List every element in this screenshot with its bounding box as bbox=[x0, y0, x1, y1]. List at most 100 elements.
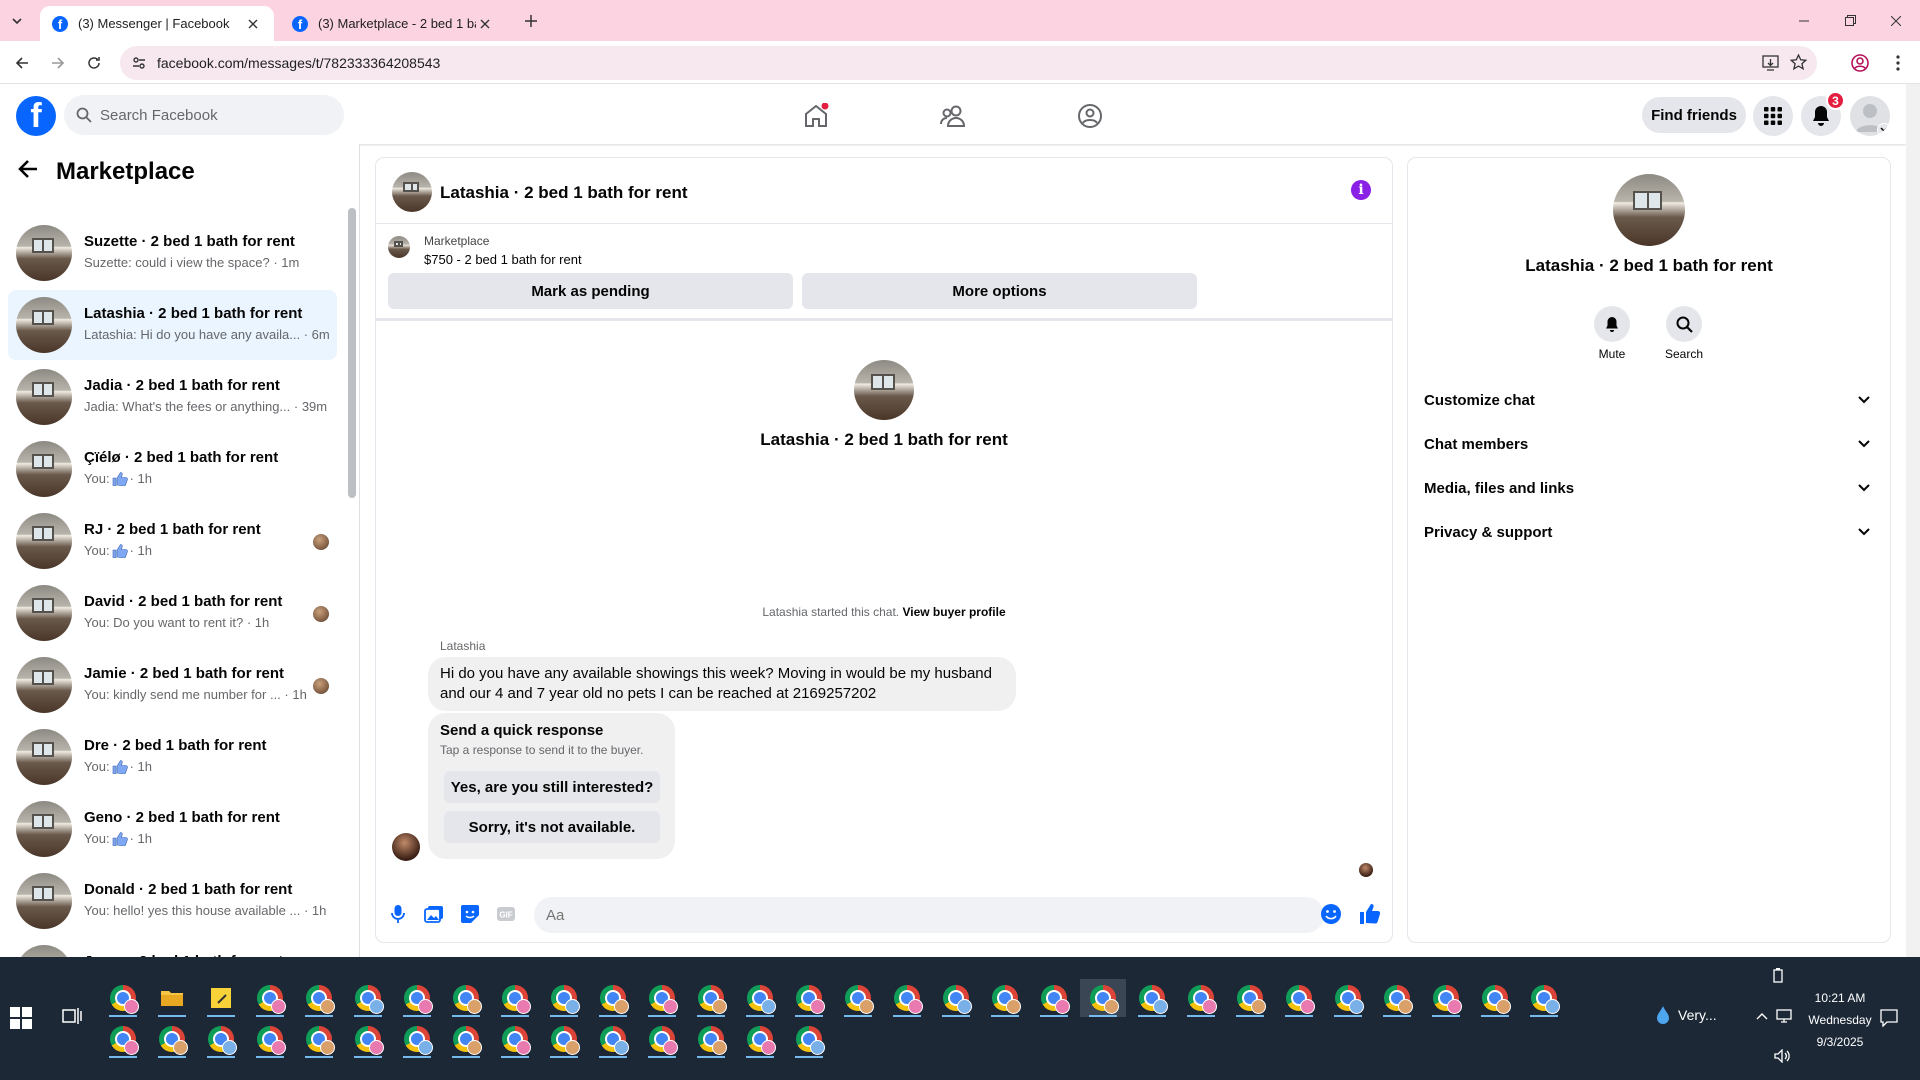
chrome-taskbar-button[interactable] bbox=[1080, 979, 1126, 1017]
mark-as-pending-button[interactable]: Mark as pending bbox=[388, 273, 793, 309]
message-bubble[interactable]: Hi do you have any available showings th… bbox=[428, 657, 1016, 711]
sticker-button[interactable] bbox=[458, 902, 482, 926]
friends-nav-button[interactable] bbox=[935, 98, 971, 134]
chrome-taskbar-button[interactable] bbox=[688, 1020, 734, 1058]
conversation-item[interactable]: Jesse · 2 bed 1 bath for rentYou: hello!… bbox=[8, 938, 337, 957]
start-button[interactable] bbox=[10, 1007, 36, 1033]
chrome-taskbar-button[interactable] bbox=[982, 979, 1028, 1017]
browser-menu-button[interactable] bbox=[1883, 48, 1913, 78]
reload-button[interactable] bbox=[79, 48, 109, 78]
emoji-button[interactable] bbox=[1319, 902, 1343, 926]
profile-button[interactable] bbox=[1845, 48, 1875, 78]
info-icon[interactable]: i bbox=[1351, 180, 1371, 200]
find-friends-button[interactable]: Find friends bbox=[1642, 97, 1746, 133]
conversation-item[interactable]: Suzette · 2 bed 1 bath for rent Suzette: … bbox=[8, 218, 337, 288]
chrome-taskbar-button[interactable] bbox=[198, 1020, 244, 1058]
chrome-taskbar-button[interactable] bbox=[639, 979, 685, 1017]
facebook-logo-icon[interactable]: f bbox=[16, 96, 56, 136]
details-avatar[interactable] bbox=[1613, 174, 1685, 246]
conversation-item[interactable]: Geno · 2 bed 1 bath for rent You: · 1h bbox=[8, 794, 337, 864]
chat-avatar[interactable] bbox=[392, 172, 432, 212]
chrome-taskbar-button[interactable] bbox=[1325, 979, 1371, 1017]
more-options-button[interactable]: More options bbox=[802, 273, 1197, 309]
conversation-item[interactable]: Jadia · 2 bed 1 bath for rent Jadia: What… bbox=[8, 362, 337, 432]
tab-search-button[interactable] bbox=[0, 0, 34, 41]
chrome-taskbar-button[interactable] bbox=[835, 979, 881, 1017]
browser-tab-messenger[interactable]: f (3) Messenger | Facebook bbox=[40, 6, 274, 41]
gif-button[interactable]: GIF bbox=[494, 902, 518, 926]
quick-response-still-interested[interactable]: Yes, are you still interested? bbox=[444, 771, 660, 803]
message-input[interactable] bbox=[534, 897, 1324, 933]
attach-photo-button[interactable] bbox=[422, 902, 446, 926]
chrome-taskbar-button[interactable] bbox=[443, 1020, 489, 1058]
conversation-item[interactable]: Jamie · 2 bed 1 bath for rent You: kindly… bbox=[8, 650, 337, 720]
chrome-taskbar-button[interactable] bbox=[247, 979, 293, 1017]
chrome-taskbar-button[interactable] bbox=[1423, 979, 1469, 1017]
new-tab-button[interactable] bbox=[516, 0, 546, 41]
chrome-taskbar-button[interactable] bbox=[296, 1020, 342, 1058]
conversation-item[interactable]: Dre · 2 bed 1 bath for rent You: · 1h bbox=[8, 722, 337, 792]
chrome-taskbar-button[interactable] bbox=[737, 1020, 783, 1058]
file-explorer-taskbar-button[interactable] bbox=[149, 979, 195, 1017]
chrome-taskbar-button[interactable] bbox=[100, 979, 146, 1017]
forward-button[interactable] bbox=[43, 48, 73, 78]
chrome-taskbar-button[interactable] bbox=[394, 979, 440, 1017]
search-facebook-input[interactable]: Search Facebook bbox=[64, 95, 344, 135]
chat-title[interactable]: Latashia · 2 bed 1 bath for rent bbox=[440, 183, 688, 203]
view-buyer-profile-link[interactable]: View buyer profile bbox=[902, 605, 1005, 619]
customize-chat-row[interactable]: Customize chat bbox=[1424, 382, 1874, 418]
chrome-taskbar-button[interactable] bbox=[933, 979, 979, 1017]
back-button[interactable] bbox=[18, 160, 38, 178]
chrome-taskbar-button[interactable] bbox=[394, 1020, 440, 1058]
chrome-taskbar-button[interactable] bbox=[688, 979, 734, 1017]
chrome-taskbar-button[interactable] bbox=[492, 979, 538, 1017]
chrome-taskbar-button[interactable] bbox=[1178, 979, 1224, 1017]
address-bar[interactable]: facebook.com/messages/t/782333364208543 bbox=[120, 46, 1817, 80]
chrome-taskbar-button[interactable] bbox=[884, 979, 930, 1017]
chrome-taskbar-button[interactable] bbox=[590, 979, 636, 1017]
page-scrollbar[interactable] bbox=[1906, 84, 1920, 957]
chrome-taskbar-button[interactable] bbox=[443, 979, 489, 1017]
voice-clip-button[interactable] bbox=[386, 902, 410, 926]
chrome-taskbar-button[interactable] bbox=[541, 979, 587, 1017]
chrome-taskbar-button[interactable] bbox=[639, 1020, 685, 1058]
chrome-taskbar-button[interactable] bbox=[1276, 979, 1322, 1017]
chrome-taskbar-button[interactable] bbox=[541, 1020, 587, 1058]
groups-nav-button[interactable] bbox=[1072, 98, 1108, 134]
quick-response-not-available[interactable]: Sorry, it's not available. bbox=[444, 811, 660, 843]
chrome-taskbar-button[interactable] bbox=[1472, 979, 1518, 1017]
chrome-taskbar-button[interactable] bbox=[786, 1020, 832, 1058]
notifications-button[interactable]: 3 bbox=[1801, 91, 1845, 136]
chrome-taskbar-button[interactable] bbox=[296, 979, 342, 1017]
send-like-button[interactable] bbox=[1358, 902, 1382, 926]
back-button[interactable] bbox=[7, 48, 37, 78]
browser-tab-marketplace[interactable]: f (3) Marketplace - 2 bed 1 bath bbox=[280, 6, 506, 41]
taskbar-clock[interactable]: 10:21 AM Wednesday 9/3/2025 bbox=[1790, 987, 1890, 1053]
chrome-taskbar-button[interactable] bbox=[149, 1020, 195, 1058]
conversation-item[interactable]: RJ · 2 bed 1 bath for rent You: · 1h bbox=[8, 506, 337, 576]
buyer-avatar[interactable] bbox=[392, 833, 420, 861]
conversation-item[interactable]: Çïélø · 2 bed 1 bath for rent You: · 1h bbox=[8, 434, 337, 504]
search-action[interactable]: Search bbox=[1654, 306, 1714, 361]
chrome-taskbar-button[interactable] bbox=[100, 1020, 146, 1058]
home-nav-button[interactable] bbox=[798, 98, 834, 134]
listing-thumbnail[interactable] bbox=[388, 236, 410, 258]
menu-grid-button[interactable] bbox=[1753, 96, 1793, 136]
chat-profile-avatar[interactable] bbox=[854, 360, 914, 420]
account-avatar-button[interactable] bbox=[1850, 96, 1890, 136]
chrome-taskbar-button[interactable] bbox=[1129, 979, 1175, 1017]
chat-members-row[interactable]: Chat members bbox=[1424, 426, 1874, 462]
chrome-taskbar-button[interactable] bbox=[247, 1020, 293, 1058]
privacy-support-row[interactable]: Privacy & support bbox=[1424, 514, 1874, 550]
chrome-taskbar-button[interactable] bbox=[737, 979, 783, 1017]
conversation-item[interactable]: Donald · 2 bed 1 bath for rent You: hello… bbox=[8, 866, 337, 936]
restore-button[interactable] bbox=[1827, 0, 1873, 41]
chrome-taskbar-button[interactable] bbox=[786, 979, 832, 1017]
chrome-taskbar-button[interactable] bbox=[590, 1020, 636, 1058]
conversation-item[interactable]: Latashia · 2 bed 1 bath for rent Latashia… bbox=[8, 290, 337, 360]
chrome-taskbar-button[interactable] bbox=[1227, 979, 1273, 1017]
minimize-button[interactable] bbox=[1781, 0, 1827, 41]
task-view-button[interactable] bbox=[62, 1007, 86, 1031]
sticky-notes-taskbar-button[interactable] bbox=[198, 979, 244, 1017]
close-tab-icon[interactable] bbox=[244, 15, 262, 33]
